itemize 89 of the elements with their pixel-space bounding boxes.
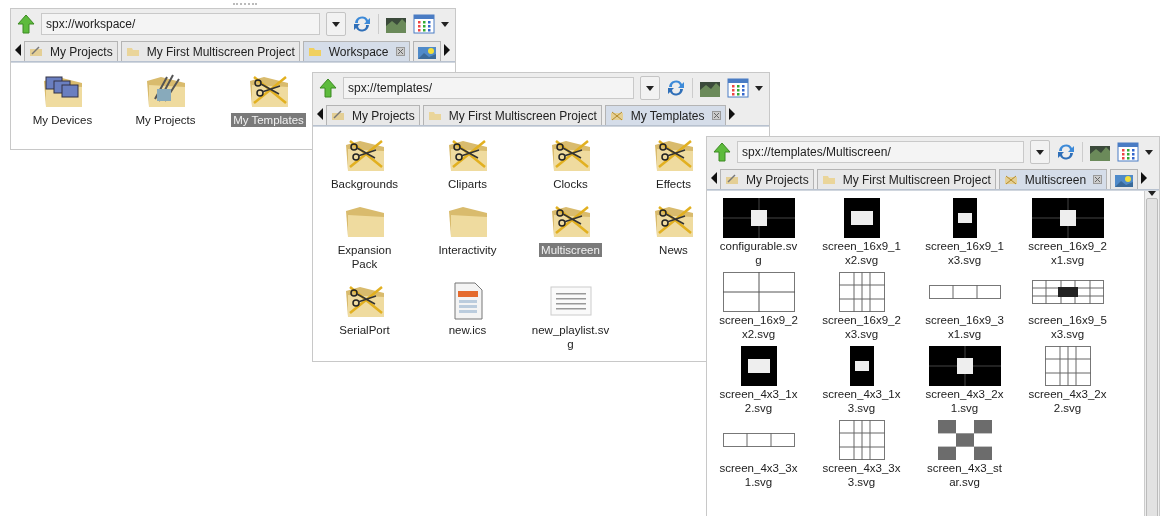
image-tab[interactable]: [412, 41, 441, 61]
screen-layout-thumbnail: [843, 198, 880, 238]
refresh-icon[interactable]: [1056, 142, 1076, 162]
dropdown-caret-icon[interactable]: [1036, 149, 1044, 155]
refresh-icon[interactable]: [666, 78, 686, 98]
file-name[interactable]: screen_4x3_1x3.svg: [819, 387, 904, 415]
file-name[interactable]: screen_16x9_5x3.svg: [1025, 313, 1110, 341]
folder-icon: [307, 46, 322, 57]
folder-icon: [821, 174, 836, 185]
file-name[interactable]: screen_16x9_2x2.svg: [716, 313, 801, 341]
scroll-left-icon[interactable]: [15, 44, 21, 56]
scroll-left-icon[interactable]: [317, 108, 323, 120]
file-name[interactable]: Effects: [654, 177, 693, 191]
file-name[interactable]: Clocks: [551, 177, 590, 191]
file-name[interactable]: SerialPort: [337, 323, 392, 337]
address-field[interactable]: spx://workspace/: [41, 13, 320, 35]
tab[interactable]: My First Multiscreen Project: [422, 105, 602, 125]
screen-layout-thumbnail: [849, 346, 874, 386]
file-name[interactable]: Interactivity: [436, 243, 499, 257]
folder-icon: [427, 110, 442, 121]
file-name[interactable]: My Templates: [231, 113, 306, 127]
tab[interactable]: My Projects: [24, 41, 118, 61]
dropdown-caret-icon[interactable]: [646, 85, 654, 91]
image-tab[interactable]: [1110, 169, 1139, 189]
up-arrow-icon[interactable]: [17, 14, 35, 34]
file-name[interactable]: screen_4x3_2x2.svg: [1025, 387, 1110, 415]
folder-icon: [125, 46, 140, 57]
file-name[interactable]: screen_4x3_1x2.svg: [716, 387, 801, 415]
tab[interactable]: My Projects: [720, 169, 814, 189]
file-name[interactable]: Expansion Pack: [322, 243, 407, 271]
grid-view-icon[interactable]: [413, 14, 435, 34]
file-name[interactable]: new.ics: [446, 323, 489, 337]
tab[interactable]: My Projects: [326, 105, 420, 125]
view-menu-caret-icon[interactable]: [1145, 149, 1153, 155]
brush-folder-icon: [29, 46, 43, 57]
dropdown-caret-icon[interactable]: [332, 21, 340, 27]
scroll-right-icon[interactable]: [1141, 172, 1148, 184]
file-name[interactable]: screen_16x9_1x3.svg: [922, 239, 1007, 267]
screen-layout-thumbnail: [838, 420, 885, 460]
address-dropdown-button[interactable]: [1030, 140, 1050, 164]
file-name[interactable]: My Devices: [30, 113, 95, 127]
file-name[interactable]: configurable.svg: [716, 239, 801, 267]
screen-layout-thumbnail: [1044, 346, 1091, 386]
tab[interactable]: My First Multiscreen Project: [120, 41, 300, 61]
refresh-icon[interactable]: [352, 14, 372, 34]
file-name[interactable]: News: [657, 243, 690, 257]
image-icon: [417, 44, 436, 59]
grid-view-icon[interactable]: [1117, 142, 1139, 162]
file-name[interactable]: screen_16x9_2x1.svg: [1025, 239, 1110, 267]
file-name[interactable]: screen_4x3_star.svg: [922, 461, 1007, 489]
tab[interactable]: My Templates: [604, 105, 726, 125]
screen-layout-thumbnail: [937, 420, 992, 460]
view-menu-caret-icon[interactable]: [755, 85, 763, 91]
grid-view-icon[interactable]: [727, 78, 749, 98]
up-arrow-icon[interactable]: [319, 78, 337, 98]
address-field[interactable]: spx://templates/: [343, 77, 634, 99]
close-icon[interactable]: [711, 111, 721, 120]
file-name[interactable]: screen_4x3_3x3.svg: [819, 461, 904, 489]
brush-folder-icon: [331, 110, 345, 121]
screen-layout-thumbnail: [838, 272, 885, 312]
file-name[interactable]: screen_16x9_2x3.svg: [819, 313, 904, 341]
close-icon[interactable]: [1093, 175, 1103, 184]
view-menu-caret-icon[interactable]: [441, 21, 449, 27]
file-name[interactable]: screen_16x9_3x1.svg: [922, 313, 1007, 341]
tab[interactable]: Workspace: [302, 41, 410, 61]
address-field[interactable]: spx://templates/Multiscreen/: [737, 141, 1024, 163]
scrollbar[interactable]: [1144, 191, 1159, 516]
file-name[interactable]: new_playlist.svg: [528, 323, 613, 351]
tab[interactable]: My First Multiscreen Project: [816, 169, 996, 189]
file-name[interactable]: screen_4x3_3x1.svg: [716, 461, 801, 489]
file-name[interactable]: Backgrounds: [328, 177, 401, 191]
file-name[interactable]: Cliparts: [446, 177, 489, 191]
screen-layout-thumbnail: [740, 346, 777, 386]
scrollbar-thumb[interactable]: [1146, 198, 1158, 516]
up-arrow-icon[interactable]: [713, 142, 731, 162]
image-icon: [1115, 172, 1134, 187]
file-name[interactable]: screen_16x9_1x2.svg: [819, 239, 904, 267]
brush-folder-icon: [725, 174, 739, 185]
file-name[interactable]: Multiscreen: [539, 243, 602, 257]
close-icon[interactable]: [395, 47, 405, 56]
file-name[interactable]: screen_4x3_2x1.svg: [922, 387, 1007, 415]
address-dropdown-button[interactable]: [326, 12, 346, 36]
tab[interactable]: Multiscreen: [998, 169, 1108, 189]
screen-layout-thumbnail: [952, 198, 977, 238]
address-dropdown-button[interactable]: [640, 76, 660, 100]
scroll-left-icon[interactable]: [711, 172, 717, 184]
file-name[interactable]: My Projects: [133, 113, 198, 127]
scroll-right-icon[interactable]: [443, 44, 450, 56]
scroll-right-icon[interactable]: [728, 108, 735, 120]
